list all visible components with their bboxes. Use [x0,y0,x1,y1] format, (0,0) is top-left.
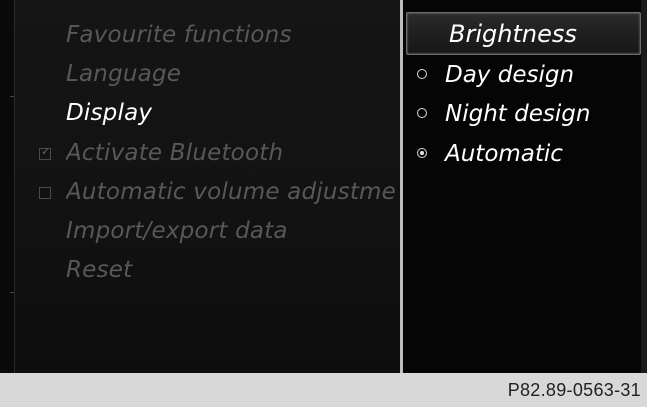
brightness-submenu-panel: Brightness Day design Night design Autom… [403,0,647,373]
figure-code: P82.89-0563-31 [507,380,641,400]
menu-left-edge [0,0,15,373]
option-label: Night design [445,101,591,127]
display-screen: Favourite functions Language Display ✓ A… [0,0,647,373]
menu-item-language[interactable]: Language [66,57,396,91]
edge-tick [10,292,14,293]
option-label: Day design [445,62,575,88]
option-day-design[interactable]: Day design [417,57,642,93]
menu-item-import-export-data[interactable]: Import/export data [66,214,396,248]
figure-code-bar: P82.89-0563-31 [0,373,647,407]
menu-item-automatic-volume-adjustment[interactable]: Automatic volume adjustment [66,175,396,209]
menu-item-activate-bluetooth[interactable]: Activate Bluetooth [66,136,396,170]
radio-selected-icon[interactable] [417,148,427,158]
brightness-header-button[interactable]: Brightness [406,12,641,55]
brightness-header-label: Brightness [449,20,577,48]
checkbox-unchecked-icon[interactable] [39,187,51,199]
menu-item-reset[interactable]: Reset [66,253,396,287]
option-label: Automatic [445,141,563,167]
option-night-design[interactable]: Night design [417,96,642,132]
edge-tick [10,96,14,97]
menu-item-display[interactable]: Display [66,96,396,130]
menu-item-favourite-functions[interactable]: Favourite functions [66,18,396,52]
panel-frame [641,0,647,373]
checkbox-checked-icon[interactable]: ✓ [39,145,51,160]
settings-menu-panel: Favourite functions Language Display ✓ A… [0,0,400,373]
option-automatic[interactable]: Automatic [417,136,642,172]
radio-unselected-icon[interactable] [417,108,427,118]
radio-unselected-icon[interactable] [417,69,427,79]
